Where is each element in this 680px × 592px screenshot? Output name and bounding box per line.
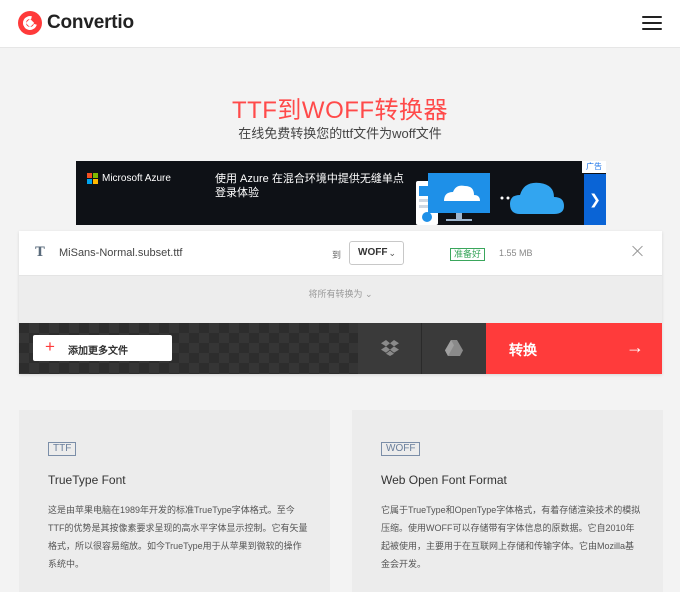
format-name: TrueType Font bbox=[48, 473, 126, 487]
convert-button[interactable]: 转换 → bbox=[486, 323, 662, 374]
chevron-down-icon: ⌄ bbox=[364, 289, 373, 299]
plus-icon: + bbox=[45, 337, 55, 356]
convertio-logo[interactable]: Convertio bbox=[18, 11, 134, 35]
format-info-ttf: TTF TrueType Font 这是由苹果电脑在1989年开发的标准True… bbox=[19, 410, 330, 592]
format-description: 这是由苹果电脑在1989年开发的标准TrueType字体格式。至今TTF的优势是… bbox=[48, 505, 308, 569]
ad-copy: 使用 Azure 在混合环境中提供无缝单点登录体验 bbox=[215, 173, 404, 199]
add-more-files-button[interactable]: + 添加更多文件 bbox=[33, 335, 172, 361]
file-row: T MiSans-Normal.subset.ttf 到 WOFF ⌄ 准备好 … bbox=[19, 231, 662, 276]
file-size: 1.55 MB bbox=[499, 248, 533, 258]
cloud-illustration-icon bbox=[416, 173, 564, 225]
top-header: Convertio bbox=[0, 0, 680, 48]
page-title: TTF到WOFF转换器 bbox=[231, 97, 449, 124]
ad-next-arrow-icon[interactable]: ❯ bbox=[584, 174, 606, 225]
to-label: 到 bbox=[332, 250, 342, 260]
microsoft-logo-icon bbox=[87, 173, 98, 184]
remove-file-close-icon[interactable] bbox=[631, 244, 645, 258]
google-drive-icon bbox=[445, 340, 463, 356]
google-drive-button[interactable] bbox=[422, 323, 486, 374]
dropbox-button[interactable] bbox=[358, 323, 422, 374]
format-tag: WOFF bbox=[381, 442, 421, 456]
format-tag: TTF bbox=[48, 442, 77, 456]
convert-all-dropdown[interactable]: 将所有转换为 ⌄ bbox=[19, 287, 662, 300]
ad-badge[interactable]: 广告 bbox=[582, 161, 606, 173]
chevron-down-icon: ⌄ bbox=[388, 248, 396, 258]
arrow-right-icon: → bbox=[626, 337, 644, 357]
page-subtitle: 在线免费转换您的ttf文件为woff文件 bbox=[238, 126, 442, 141]
convert-label: 转换 bbox=[509, 342, 537, 358]
convertio-logo-icon bbox=[18, 11, 42, 35]
ad-brand-text: Microsoft Azure bbox=[102, 173, 171, 184]
add-more-files-label: 添加更多文件 bbox=[68, 346, 128, 357]
convert-all-label: 将所有转换为 bbox=[308, 289, 363, 299]
format-name: Web Open Font Format bbox=[381, 473, 507, 487]
target-format-select[interactable]: WOFF ⌄ bbox=[349, 241, 404, 265]
converter-card: T MiSans-Normal.subset.ttf 到 WOFF ⌄ 准备好 … bbox=[19, 231, 662, 374]
target-format-value: WOFF bbox=[358, 247, 388, 258]
menu-icon[interactable] bbox=[642, 16, 662, 32]
dropbox-icon bbox=[381, 340, 399, 356]
microsoft-azure-brand: Microsoft Azure bbox=[87, 173, 171, 184]
status-badge: 准备好 bbox=[450, 248, 486, 261]
font-file-icon: T bbox=[35, 245, 45, 260]
format-description: 它属于TrueType和OpenType字体格式，有着存储渲染技术的模拟压缩。使… bbox=[381, 505, 641, 569]
action-bar: + 添加更多文件 转换 → bbox=[19, 323, 662, 374]
format-info-woff: WOFF Web Open Font Format 它属于TrueType和Op… bbox=[352, 410, 663, 592]
ad-banner[interactable]: Microsoft Azure 使用 Azure 在混合环境中提供无缝单点登录体… bbox=[76, 161, 606, 225]
file-name: MiSans-Normal.subset.ttf bbox=[59, 247, 183, 259]
logo-text: Convertio bbox=[47, 12, 134, 33]
